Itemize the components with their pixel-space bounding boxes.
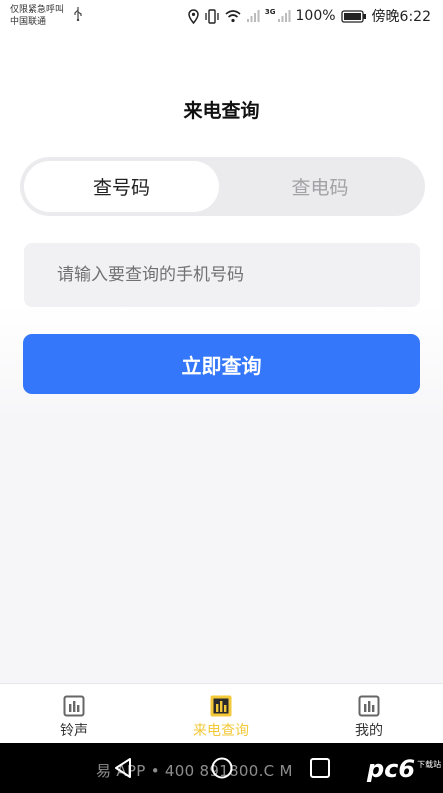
- watermark-text: 易 APP • 400 891800.C M: [96, 762, 293, 780]
- tab-query-number[interactable]: 查号码: [24, 161, 219, 212]
- tab-ringtone[interactable]: 铃声: [14, 684, 134, 744]
- tab-ringtone-label: 铃声: [60, 723, 88, 739]
- tab-caller-query-label: 来电查询: [193, 723, 249, 739]
- tab-query-telegraph-code[interactable]: 查电码: [220, 161, 420, 212]
- network-type: 3G: [264, 7, 276, 16]
- phone-number-input[interactable]: [24, 243, 420, 307]
- bottom-tab-bar: 铃声 来电查询 我的: [0, 683, 443, 743]
- tab-mine-label: 我的: [355, 723, 383, 739]
- pc6-logo-subtext: 下载站: [417, 759, 442, 769]
- signal-icon-1: [246, 10, 260, 22]
- clock: 傍晚6:22: [371, 9, 431, 25]
- vibrate-icon: [205, 8, 219, 24]
- status-bar: 仅限紧急呼叫 中国联通 3G 100% 傍晚6:22: [0, 0, 443, 32]
- query-type-segment: 查号码 查电码: [20, 157, 425, 216]
- carrier-emergency-text: 仅限紧急呼叫: [10, 5, 65, 15]
- page-title: 来电查询: [183, 100, 260, 122]
- query-now-button[interactable]: 立即查询: [23, 334, 420, 394]
- status-icons: 3G 100% 傍晚6:22: [188, 6, 431, 26]
- mine-chart-icon: [358, 695, 380, 717]
- recents-icon[interactable]: [309, 757, 331, 779]
- carrier-info: 仅限紧急呼叫 中国联通: [10, 4, 64, 28]
- usb-icon: [74, 7, 82, 21]
- pc6-logo-text: pc6: [367, 755, 416, 783]
- tab-caller-query[interactable]: 来电查询: [161, 684, 281, 744]
- signal-icon-2: [277, 10, 291, 22]
- tab-mine[interactable]: 我的: [309, 684, 429, 744]
- location-icon: [188, 8, 199, 24]
- pc6-logo: pc6 下载站: [367, 753, 441, 785]
- ringtone-chart-icon: [63, 695, 85, 717]
- carrier-name: 中国联通: [10, 17, 47, 27]
- caller-query-chart-icon: [210, 695, 232, 717]
- battery-icon: [340, 9, 366, 23]
- battery-percent: 100%: [295, 8, 336, 24]
- wifi-icon: [225, 10, 241, 23]
